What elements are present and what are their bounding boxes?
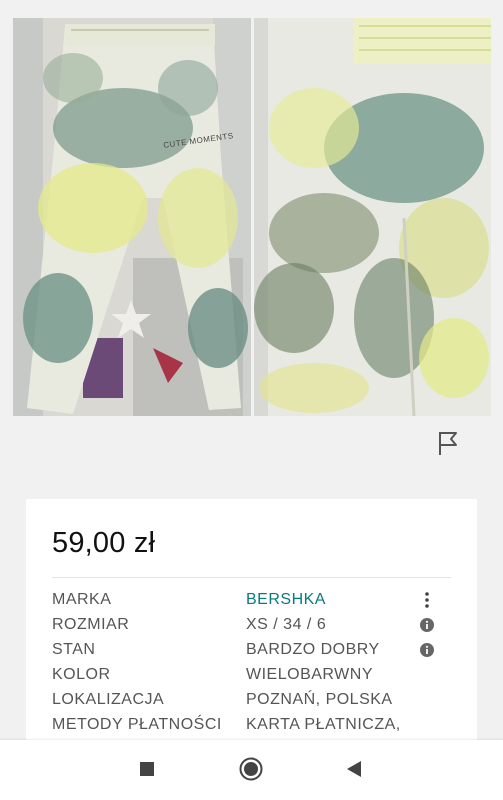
- detail-row-color: KOLOR WIELOBARWNY: [26, 666, 477, 690]
- system-nav-bar: [0, 740, 503, 800]
- report-button[interactable]: [434, 430, 462, 460]
- info-icon[interactable]: [418, 616, 436, 634]
- detail-label: MARKA: [52, 591, 112, 608]
- detail-value: XS / 34 / 6: [246, 616, 327, 633]
- detail-value: WIELOBARWNY: [246, 666, 373, 683]
- listing-photo-1[interactable]: CUTE MOMENTS: [13, 18, 251, 416]
- recents-button[interactable]: [132, 756, 162, 786]
- detail-row-location: LOKALIZACJA POZNAŃ, POLSKA: [26, 691, 477, 715]
- more-vertical-icon[interactable]: [418, 591, 436, 609]
- detail-value: POZNAŃ, POLSKA: [246, 691, 393, 708]
- info-icon[interactable]: [418, 641, 436, 659]
- detail-label: METODY PŁATNOŚCI: [52, 716, 222, 733]
- listing-photo-2[interactable]: [254, 18, 491, 416]
- triangle-back-icon: [346, 760, 362, 783]
- detail-label: LOKALIZACJA: [52, 691, 165, 708]
- flag-icon: [437, 430, 459, 461]
- circle-home-icon: [239, 757, 263, 786]
- home-button[interactable]: [236, 756, 266, 786]
- detail-row-condition: STAN BARDZO DOBRY: [26, 641, 477, 665]
- item-price: 59,00 zł: [52, 527, 156, 559]
- item-details-card: 59,00 zł MARKA BERSHKA ROZMIAR XS / 34 /…: [26, 499, 477, 759]
- detail-value: BARDZO DOBRY: [246, 641, 380, 658]
- divider: [52, 577, 451, 578]
- back-button[interactable]: [339, 756, 369, 786]
- square-recents-icon: [139, 761, 155, 782]
- brand-link[interactable]: BERSHKA: [246, 591, 326, 609]
- detail-row-payment: METODY PŁATNOŚCI KARTA PŁATNICZA,: [26, 716, 477, 740]
- detail-row-brand: MARKA BERSHKA: [26, 591, 477, 615]
- detail-label: ROZMIAR: [52, 616, 130, 633]
- detail-label: KOLOR: [52, 666, 111, 683]
- detail-value: KARTA PŁATNICZA,: [246, 716, 401, 733]
- detail-label: STAN: [52, 641, 96, 658]
- detail-row-size: ROZMIAR XS / 34 / 6: [26, 616, 477, 640]
